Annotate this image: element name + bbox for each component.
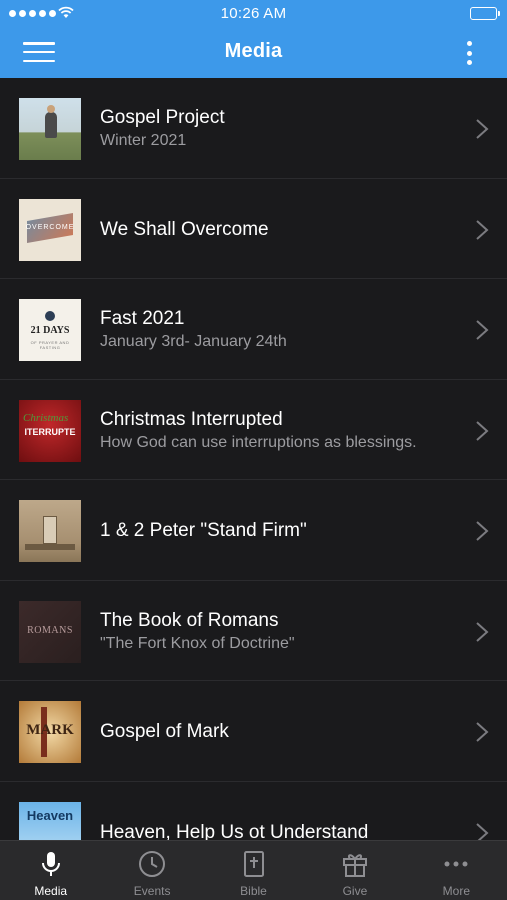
- item-subtitle: Winter 2021: [100, 132, 187, 149]
- microphone-icon: [41, 852, 60, 876]
- clock-icon: [139, 851, 166, 877]
- tab-bar: Media Events Bible Give More: [0, 840, 507, 900]
- fast-2021-thumbnail: 21 DAYS OF PRAYER AND FASTING: [19, 299, 81, 361]
- item-title: Christmas Interrupted: [100, 408, 283, 430]
- chevron-right-icon: [476, 722, 489, 742]
- tab-label: More: [442, 884, 470, 898]
- heaven-thumbnail: Heaven: [19, 801, 81, 840]
- tab-give[interactable]: Give: [304, 841, 405, 900]
- item-title: We Shall Overcome: [100, 218, 269, 240]
- media-item-book-of-romans[interactable]: ROMANS The Book of Romans "The Fort Knox…: [0, 581, 507, 681]
- tab-label: Give: [342, 884, 368, 898]
- item-title: Gospel of Mark: [100, 721, 229, 742]
- item-title: The Book of Romans: [100, 609, 279, 631]
- tab-media[interactable]: Media: [0, 841, 101, 900]
- item-subtitle: "The Fort Knox of Doctrine": [100, 634, 295, 652]
- item-title: 1 & 2 Peter "Stand Firm": [100, 520, 307, 541]
- page-title: Media: [224, 40, 283, 62]
- item-subtitle: January 3rd- January 24th: [100, 333, 287, 350]
- item-title: Gospel Project: [100, 107, 225, 128]
- battery-icon: [470, 7, 500, 20]
- media-item-gospel-of-mark[interactable]: MARK Gospel of Mark: [0, 681, 507, 782]
- media-item-heaven[interactable]: Heaven Heaven, Help Us ot Understand: [0, 782, 507, 841]
- item-title: Heaven, Help Us ot Understand: [100, 821, 369, 841]
- gospel-of-mark-thumbnail: MARK: [19, 701, 81, 763]
- tab-label: Bible: [240, 884, 267, 898]
- overflow-menu-icon[interactable]: [459, 39, 479, 67]
- chevron-right-icon: [476, 621, 489, 642]
- item-title: Fast 2021: [100, 308, 185, 329]
- tab-label: Events: [133, 884, 171, 898]
- media-item-fast-2021[interactable]: 21 DAYS OF PRAYER AND FASTING Fast 2021 …: [0, 279, 507, 380]
- peter-stand-firm-thumbnail: [19, 500, 81, 562]
- status-bar: 10:26 AM: [0, 0, 507, 28]
- chevron-right-icon: [476, 219, 489, 240]
- chevron-right-icon: [476, 420, 489, 441]
- tab-events[interactable]: Events: [101, 841, 202, 900]
- media-item-gospel-project[interactable]: Gospel Project Winter 2021: [0, 78, 507, 179]
- gospel-project-thumbnail: [19, 98, 81, 160]
- media-item-1-2-peter[interactable]: 1 & 2 Peter "Stand Firm": [0, 480, 507, 581]
- chevron-right-icon: [476, 521, 489, 541]
- chevron-right-icon: [476, 119, 489, 139]
- status-time: 10:26 AM: [220, 5, 287, 22]
- tab-more[interactable]: More: [406, 841, 507, 900]
- app-header: 10:26 AM Media: [0, 0, 507, 78]
- media-item-we-shall-overcome[interactable]: OVERCOME We Shall Overcome: [0, 179, 507, 279]
- tab-label: Media: [34, 884, 68, 898]
- tab-bible[interactable]: Bible: [203, 841, 304, 900]
- christmas-interrupted-thumbnail: Christmas ITERRUPTE: [19, 399, 81, 462]
- chevron-right-icon: [476, 320, 489, 340]
- more-dots-icon: [444, 861, 468, 867]
- bible-icon: [243, 851, 264, 877]
- we-shall-overcome-thumbnail: OVERCOME: [19, 198, 81, 261]
- media-list: Gospel Project Winter 2021 OVERCOME We S…: [0, 78, 507, 840]
- item-subtitle: How God can use interruptions as blessin…: [100, 433, 417, 451]
- chevron-right-icon: [476, 822, 489, 840]
- gift-icon: [342, 854, 367, 877]
- media-item-christmas-interrupted[interactable]: Christmas ITERRUPTE Christmas Interrupte…: [0, 380, 507, 480]
- book-of-romans-thumbnail: ROMANS: [19, 600, 81, 663]
